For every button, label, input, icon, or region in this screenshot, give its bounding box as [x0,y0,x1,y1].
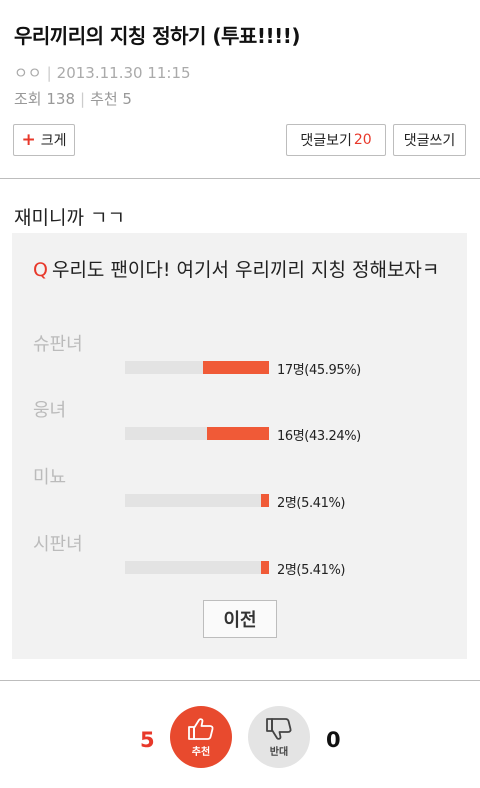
poll-bar-fill [261,494,269,507]
poll-bar-track [125,561,269,574]
downvote-label: 반대 [269,746,289,758]
enlarge-label: 크게 [40,133,67,149]
divider [0,680,480,681]
thumbs-up-icon [188,717,214,740]
post-body: 재미니까 ㄱㄱ [14,207,125,229]
enlarge-text-button[interactable]: + 크게 [13,124,75,156]
poll-option-count: 2명(5.41%) [277,563,346,578]
poll-option-label: 미뇨 [33,467,67,488]
upvote-label: 추천 [191,746,211,758]
poll-bar-track [125,494,269,507]
question-mark-label: Q [33,259,48,281]
view-count: 조회 138 [14,90,75,108]
plus-icon: + [21,129,36,150]
poll-option-label: 슈판녀 [33,334,83,355]
write-comment-label: 댓글쓰기 [403,133,456,149]
downvote-button[interactable]: 반대 [248,706,310,768]
divider [0,178,480,179]
upvote-count: 5 [140,728,155,752]
recommend-count: 추천 5 [90,90,132,108]
poll-option-label: 웅녀 [33,400,67,421]
post-title: 우리끼리의 지칭 정하기 (투표!!!!) [14,24,300,48]
poll-bar-fill [202,361,269,374]
author-name[interactable]: ㅇㅇ [14,64,42,82]
poll-question: Q 우리도 팬이다! 여기서 우리끼리 지칭 정해보자ㅋ [33,255,453,285]
thumbs-down-icon [266,717,292,740]
poll-bar-fill [206,427,269,440]
downvote-count: 0 [326,728,341,752]
poll-bar-fill [261,561,269,574]
poll-box: Q 우리도 팬이다! 여기서 우리끼리 지칭 정해보자ㅋ 슈판녀 17명(45.9… [12,233,467,659]
post-meta-stats: 조회 138 | 추천 5 [14,88,132,109]
poll-bar-track [125,361,269,374]
post-meta-author-date: ㅇㅇ | 2013.11.30 11:15 [14,62,191,83]
post-datetime: 2013.11.30 11:15 [56,64,191,82]
poll-question-text: 우리도 팬이다! 여기서 우리끼리 지칭 정해보자ㅋ [51,259,440,281]
poll-option-count: 17명(45.95%) [277,363,361,378]
meta-separator: | [46,64,52,82]
write-comment-button[interactable]: 댓글쓰기 [393,124,466,156]
view-comments-button[interactable]: 댓글보기 20 [286,124,386,156]
comment-count: 20 [353,132,372,148]
poll-option-count: 16명(43.24%) [277,429,361,444]
view-comments-label: 댓글보기 [300,133,352,149]
poll-bar-track [125,427,269,440]
poll-option-label: 시판녀 [33,534,83,555]
meta-separator: | [80,90,86,108]
upvote-button[interactable]: 추천 [170,706,232,768]
poll-option-count: 2명(5.41%) [277,496,346,511]
poll-prev-button[interactable]: 이전 [203,600,277,638]
